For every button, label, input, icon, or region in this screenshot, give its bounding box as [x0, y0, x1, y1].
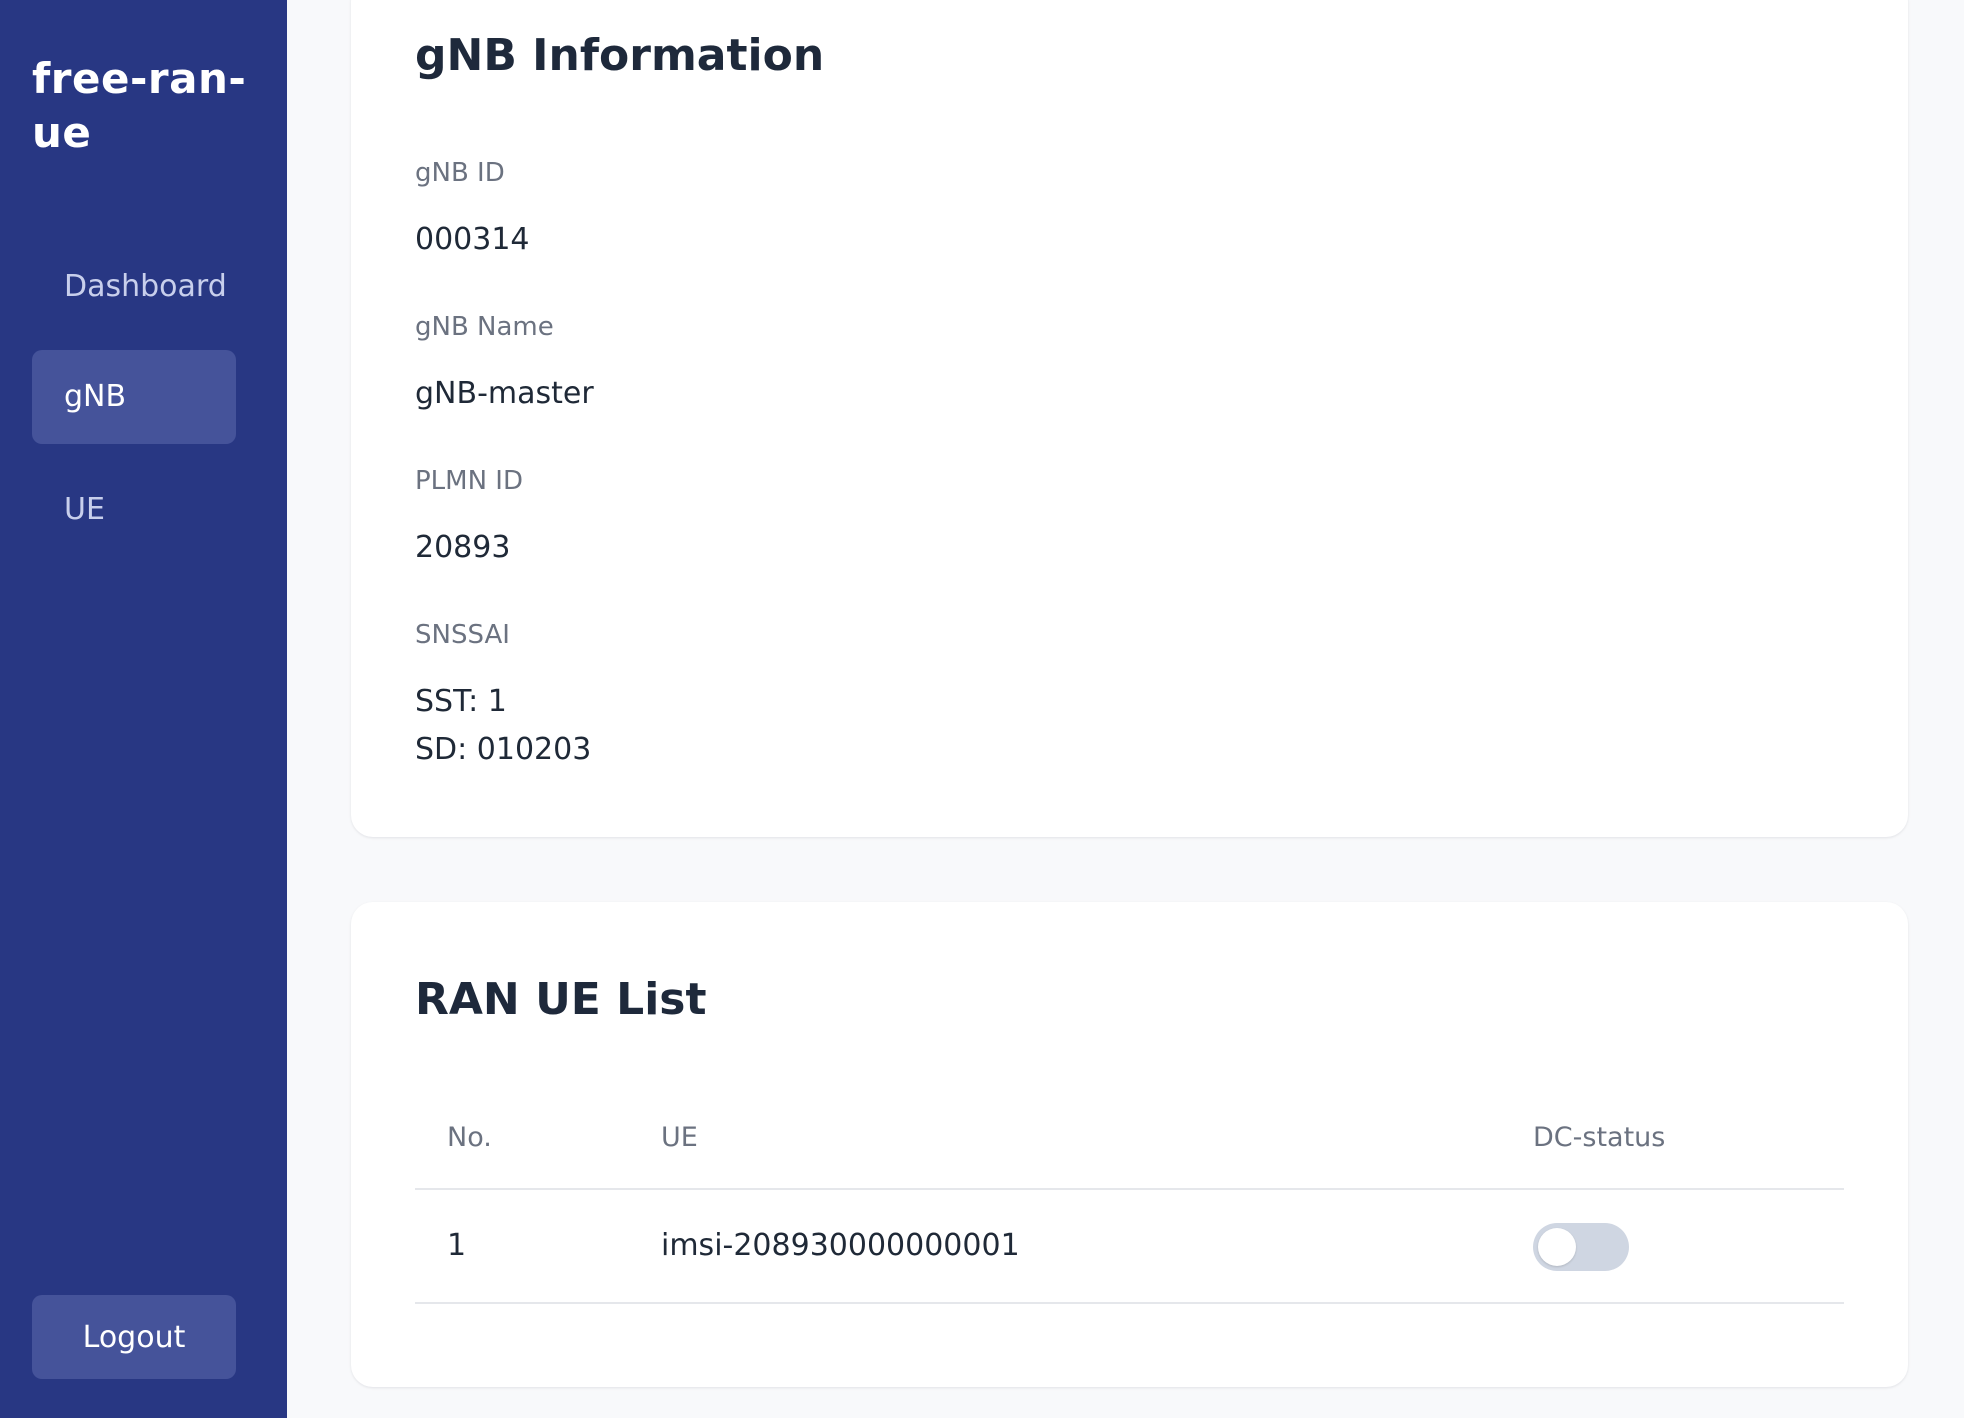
ran-ue-list-title: RAN UE List: [415, 974, 707, 1025]
ran-ue-list-card: RAN UE List No. UE DC-status 1 imsi-2089…: [351, 902, 1908, 1387]
gnb-id-value: 000314: [415, 222, 530, 257]
sidebar: free-ran-ue Dashboard gNB UE Logout: [0, 0, 287, 1418]
plmn-id-label: PLMN ID: [415, 466, 523, 496]
snssai-label: SNSSAI: [415, 620, 510, 650]
gnb-information-title: gNB Information: [415, 30, 825, 81]
row-ue-imsi: imsi-208930000000001: [661, 1228, 1020, 1263]
gnb-id-label: gNB ID: [415, 158, 505, 188]
sidebar-item-ue[interactable]: UE: [32, 463, 236, 557]
table-row: 1 imsi-208930000000001: [415, 1190, 1844, 1304]
sidebar-item-label: gNB: [64, 379, 127, 414]
switch-toggle-off-icon: [1538, 1228, 1576, 1266]
plmn-id-value: 20893: [415, 530, 511, 565]
sidebar-item-dashboard[interactable]: Dashboard: [32, 240, 236, 334]
sidebar-item-gnb[interactable]: gNB: [32, 350, 236, 444]
sidebar-item-label: Dashboard: [64, 269, 227, 304]
snssai-sd-value: SD: 010203: [415, 732, 592, 767]
gnb-name-value: gNB-master: [415, 376, 594, 411]
sidebar-item-label: UE: [64, 492, 105, 527]
dc-status-toggle[interactable]: [1533, 1223, 1629, 1271]
column-header-no: No.: [447, 1122, 492, 1153]
app-root: free-ran-ue Dashboard gNB UE Logout gNB …: [0, 0, 1964, 1418]
logout-button[interactable]: Logout: [32, 1295, 236, 1379]
column-header-dc-status: DC-status: [1533, 1122, 1666, 1153]
gnb-name-label: gNB Name: [415, 312, 554, 342]
snssai-sst-value: SST: 1: [415, 684, 507, 719]
row-number: 1: [447, 1228, 467, 1263]
gnb-information-card: gNB Information gNB ID 000314 gNB Name g…: [351, 0, 1908, 837]
brand-title: free-ran-ue: [32, 54, 247, 157]
column-header-ue: UE: [661, 1122, 698, 1153]
